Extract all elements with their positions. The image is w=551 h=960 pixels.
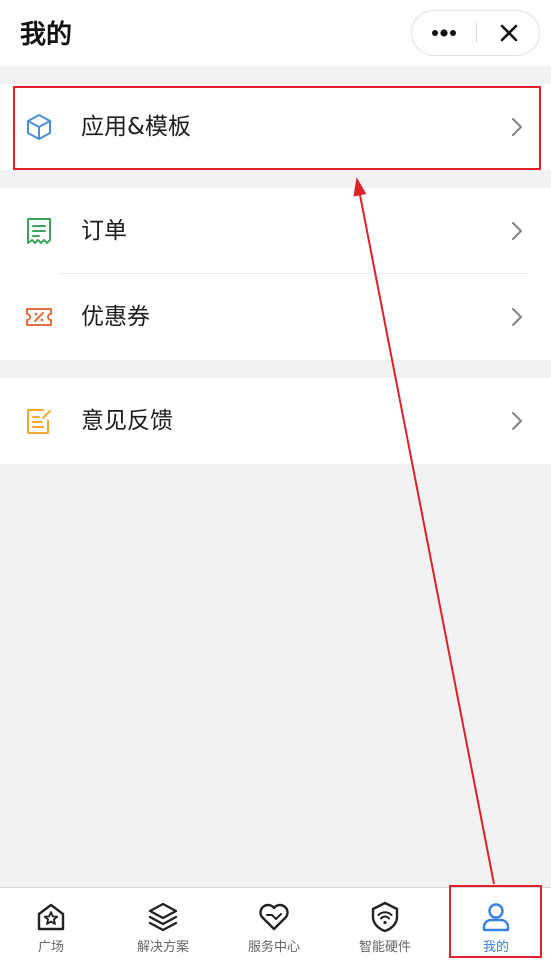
menu-group-apps: 应用&模板 bbox=[0, 84, 551, 170]
menu-item-apps-templates[interactable]: 应用&模板 bbox=[0, 84, 551, 170]
menu-item-feedback[interactable]: 意见反馈 bbox=[0, 378, 551, 464]
tab-label: 广场 bbox=[37, 940, 64, 955]
wifi-shield-icon bbox=[371, 901, 399, 933]
chevron-right-icon bbox=[511, 117, 523, 137]
tab-mine[interactable]: 我的 bbox=[441, 888, 551, 960]
user-icon bbox=[482, 903, 510, 932]
tab-plaza[interactable]: 广场 bbox=[0, 888, 106, 960]
menu-item-orders[interactable]: 订单 bbox=[0, 188, 551, 274]
menu-group-orders: 订单 优惠券 bbox=[0, 188, 551, 360]
mini-program-capsule bbox=[411, 10, 540, 56]
menu-item-coupons[interactable]: 优惠券 bbox=[0, 274, 551, 360]
menu-item-label: 订单 bbox=[81, 218, 127, 244]
tab-solutions[interactable]: 解决方案 bbox=[108, 888, 218, 960]
menu-group-feedback: 意见反馈 bbox=[0, 378, 551, 464]
coupon-icon bbox=[26, 308, 52, 326]
tab-smart-hardware[interactable]: 智能硬件 bbox=[330, 888, 440, 960]
layers-icon bbox=[148, 902, 178, 932]
menu-item-label: 应用&模板 bbox=[81, 114, 191, 140]
feedback-icon bbox=[27, 409, 51, 434]
page-title: 我的 bbox=[20, 20, 73, 50]
tab-label: 智能硬件 bbox=[358, 940, 411, 955]
more-button[interactable] bbox=[412, 11, 476, 55]
close-button[interactable] bbox=[477, 11, 540, 55]
bottom-tab-bar: 广场 解决方案 服务中心 智能硬件 我的 bbox=[0, 887, 551, 960]
tab-label: 服务中心 bbox=[247, 940, 300, 955]
cube-icon bbox=[27, 114, 51, 140]
tab-label: 我的 bbox=[482, 940, 509, 955]
top-bar: 我的 bbox=[0, 0, 551, 66]
close-icon bbox=[500, 24, 517, 42]
tab-label: 解决方案 bbox=[136, 940, 189, 955]
receipt-icon bbox=[27, 218, 51, 244]
chevron-right-icon bbox=[511, 307, 523, 327]
chevron-right-icon bbox=[511, 411, 523, 431]
menu-item-label: 优惠券 bbox=[81, 304, 150, 330]
heart-service-icon bbox=[259, 903, 289, 931]
chevron-right-icon bbox=[511, 221, 523, 241]
menu-item-label: 意见反馈 bbox=[81, 408, 173, 434]
tab-service-center[interactable]: 服务中心 bbox=[219, 888, 329, 960]
more-dots-icon bbox=[432, 29, 456, 37]
home-star-icon bbox=[37, 903, 65, 931]
